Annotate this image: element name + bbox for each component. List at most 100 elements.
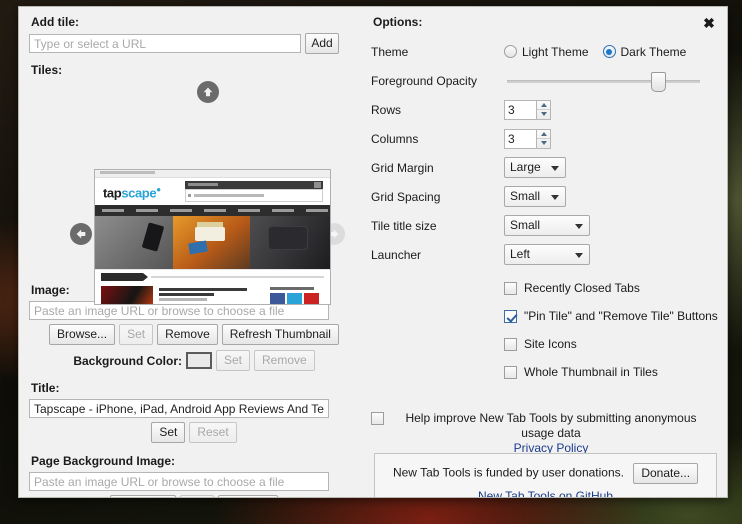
rows-input[interactable] — [504, 100, 536, 120]
checkbox-box[interactable] — [504, 310, 517, 323]
foreground-opacity-slider[interactable] — [507, 71, 700, 91]
columns-stepper[interactable] — [504, 129, 551, 149]
telemetry-group: Help improve New Tab Tools by submitting… — [371, 411, 721, 456]
background-color-set-button[interactable]: Set — [216, 350, 250, 371]
image-remove-button[interactable]: Remove — [157, 324, 218, 345]
rows-increment-button[interactable] — [537, 101, 550, 111]
checkbox-box[interactable] — [504, 282, 517, 295]
tiles-panel: Add tile: Add Tiles: — [29, 15, 359, 498]
columns-increment-button[interactable] — [537, 130, 550, 140]
title-label: Title: — [31, 381, 359, 395]
tiles-label: Tiles: — [31, 63, 359, 77]
image-set-button[interactable]: Set — [119, 324, 153, 345]
radio-dark-theme[interactable] — [603, 45, 616, 58]
add-tile-input[interactable] — [29, 34, 301, 53]
radio-light-theme[interactable] — [504, 45, 517, 58]
theme-label: Theme — [371, 45, 504, 59]
caret-up-icon — [541, 103, 547, 107]
new-tab-tools-options-dialog: Add tile: Add Tiles: — [18, 6, 728, 498]
rows-stepper[interactable] — [504, 100, 551, 120]
columns-decrement-button[interactable] — [537, 139, 550, 148]
options-label: Options: — [373, 15, 721, 29]
page-background-label: Page Background Image: — [31, 454, 359, 468]
page-background-set-button[interactable]: Set — [180, 495, 214, 498]
checkbox-pin-remove-tile-buttons[interactable]: "Pin Tile" and "Remove Tile" Buttons — [504, 309, 721, 337]
background-color-swatch[interactable] — [186, 352, 212, 369]
rows-stepper-buttons — [536, 100, 551, 120]
grid-spacing-row: Grid Spacing Small — [371, 182, 721, 211]
telemetry-label: Help improve New Tab Tools by submitting… — [405, 411, 696, 440]
arrow-left-icon — [74, 227, 88, 241]
checkbox-recently-closed-tabs[interactable]: Recently Closed Tabs — [504, 281, 721, 309]
rows-label: Rows — [371, 103, 504, 117]
checkbox-label: Site Icons — [524, 337, 577, 352]
move-tile-up-button[interactable] — [197, 81, 219, 103]
columns-input[interactable] — [504, 129, 536, 149]
previous-tile-button[interactable] — [70, 223, 92, 245]
thumb-site-header: tapscape● — [95, 178, 330, 205]
close-icon[interactable]: ✖ — [701, 15, 717, 31]
checkbox-whole-thumbnail-in-tiles[interactable]: Whole Thumbnail in Tiles — [504, 365, 721, 393]
chevron-down-icon — [575, 224, 583, 229]
page-background-browse-button[interactable]: Browse... — [110, 495, 176, 498]
checkbox-label: Whole Thumbnail in Tiles — [524, 365, 658, 380]
columns-label: Columns — [371, 132, 504, 146]
checkbox-box[interactable] — [504, 338, 517, 351]
background-color-row: Background Color: Set Remove — [29, 350, 359, 371]
image-button-row: Browse... Set Remove Refresh Thumbnail — [29, 324, 359, 345]
telemetry-text-wrap: Help improve New Tab Tools by submitting… — [391, 411, 711, 456]
tile-title-size-label: Tile title size — [371, 219, 504, 233]
grid-margin-select[interactable]: Large — [504, 157, 566, 178]
title-group: Title: Set Reset — [29, 381, 359, 443]
title-set-button[interactable]: Set — [151, 422, 185, 443]
tile-title-input[interactable] — [29, 399, 329, 418]
thumb-browser-chrome — [95, 170, 330, 178]
foreground-opacity-row: Foreground Opacity — [371, 66, 721, 95]
grid-margin-value: Large — [510, 160, 541, 174]
image-browse-button[interactable]: Browse... — [49, 324, 115, 345]
refresh-thumbnail-button[interactable]: Refresh Thumbnail — [222, 324, 339, 345]
tile-title-size-value: Small — [510, 218, 540, 232]
options-panel: Options: Theme Light Theme Dark Theme Fo… — [371, 15, 721, 456]
page-background-input[interactable] — [29, 472, 329, 491]
checkbox-label: "Pin Tile" and "Remove Tile" Buttons — [524, 309, 718, 324]
dark-theme-label: Dark Theme — [621, 45, 687, 59]
checkbox-telemetry[interactable] — [371, 412, 384, 425]
github-link[interactable]: New Tab Tools on GitHub — [478, 489, 613, 498]
light-theme-label: Light Theme — [522, 45, 589, 59]
page-background-button-row: Browse... Set Remove — [29, 495, 359, 498]
foreground-opacity-label: Foreground Opacity — [371, 74, 504, 88]
donation-line: New Tab Tools is funded by user donation… — [383, 463, 708, 484]
add-tile-row: Add — [29, 33, 359, 54]
background-color-label: Background Color: — [73, 354, 182, 368]
grid-margin-label: Grid Margin — [371, 161, 504, 175]
caret-down-icon — [541, 141, 547, 145]
grid-margin-row: Grid Margin Large — [371, 153, 721, 182]
launcher-label: Launcher — [371, 248, 504, 262]
caret-up-icon — [541, 132, 547, 136]
grid-spacing-value: Small — [510, 189, 540, 203]
donate-button[interactable]: Donate... — [633, 463, 698, 484]
grid-spacing-select[interactable]: Small — [504, 186, 566, 207]
thumb-nav-bar — [95, 205, 330, 216]
slider-thumb[interactable] — [651, 72, 666, 92]
tile-title-size-select[interactable]: Small — [504, 215, 590, 236]
launcher-select[interactable]: Left — [504, 244, 590, 265]
donation-box: New Tab Tools is funded by user donation… — [374, 453, 717, 498]
chevron-down-icon — [575, 253, 583, 258]
checkbox-site-icons[interactable]: Site Icons — [504, 337, 721, 365]
add-tile-label: Add tile: — [31, 15, 359, 29]
columns-stepper-buttons — [536, 129, 551, 149]
background-color-remove-button[interactable]: Remove — [254, 350, 315, 371]
rows-decrement-button[interactable] — [537, 110, 550, 119]
add-tile-button[interactable]: Add — [305, 33, 339, 54]
checkbox-box[interactable] — [504, 366, 517, 379]
tile-thumbnail-preview[interactable]: tapscape● — [94, 169, 331, 305]
thumb-hero-row — [95, 216, 330, 269]
chevron-down-icon — [551, 195, 559, 200]
launcher-value: Left — [510, 247, 530, 261]
rows-row: Rows — [371, 95, 721, 124]
title-reset-button[interactable]: Reset — [189, 422, 236, 443]
page-background-remove-button[interactable]: Remove — [218, 495, 279, 498]
github-line: New Tab Tools on GitHub — [383, 489, 708, 498]
